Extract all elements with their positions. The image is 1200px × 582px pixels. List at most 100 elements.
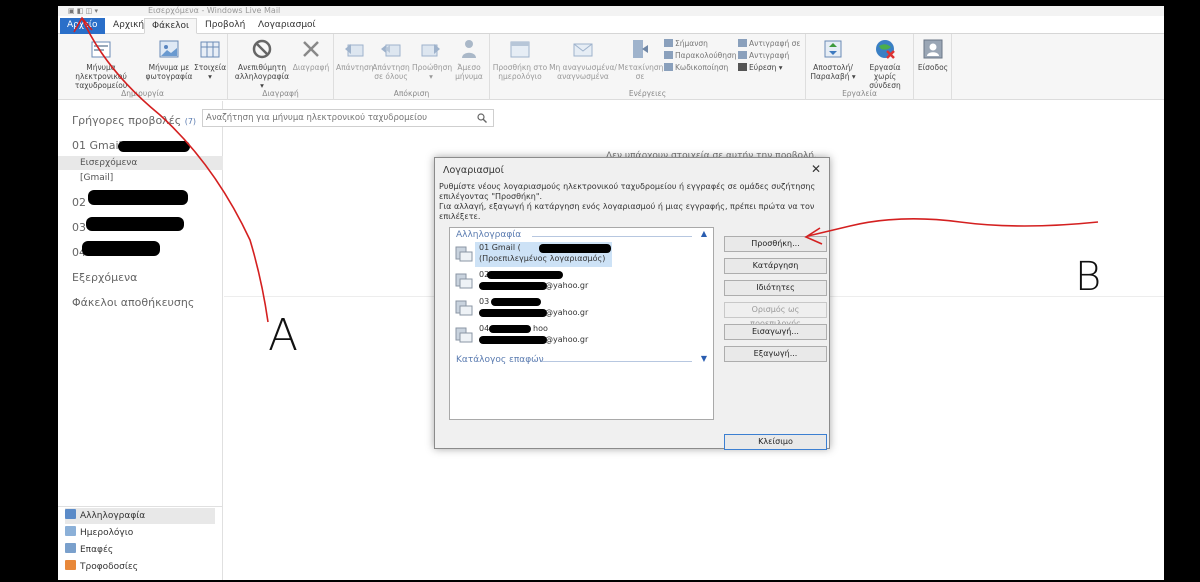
globe-offline-icon [876, 40, 895, 59]
redaction-mark [539, 244, 611, 253]
ribbon-tabs: Αρχείο Αρχική Φάκελοι Προβολή Λογαριασμο… [58, 16, 1164, 34]
reply-all-button[interactable]: Απάντηση σε όλους [372, 37, 410, 81]
items-button[interactable]: Στοιχεία ▾ [194, 37, 226, 81]
new-email-label: Μήνυμα ηλεκτρονικού [75, 63, 127, 81]
account-3[interactable]: 03 [72, 221, 86, 234]
calendar-icon [65, 526, 76, 536]
account-2-label: 02 [72, 196, 86, 209]
category-divider [532, 236, 692, 237]
ribbon: Μήνυμα ηλεκτρονικού ταχυδρομείου Μήνυμα … [58, 34, 1164, 100]
import-button[interactable]: Εισαγωγή... [724, 324, 827, 340]
category-contacts[interactable]: Κατάλογος επαφών [456, 355, 544, 365]
mail-account-icon [455, 300, 473, 316]
add-calendar-button[interactable]: Προσθήκη στο ημερολόγιο [492, 37, 548, 81]
quick-access-icon[interactable]: ▣ ◧ ◫ ▾ [68, 7, 128, 15]
search-icon[interactable] [477, 113, 487, 123]
send-receive-icon [824, 40, 842, 58]
tab-view[interactable]: Προβολή [198, 18, 252, 34]
reply-all-label: Απάντηση [372, 63, 410, 72]
move-to-button[interactable]: Μετακίνηση σε [618, 37, 663, 81]
nav-feeds[interactable]: Τροφοδοσίες [65, 559, 138, 575]
reply-button[interactable]: Απάντηση [336, 37, 374, 72]
chevron-up-icon[interactable]: ▲ [701, 229, 707, 238]
app-window: ▣ ◧ ◫ ▾ Εισερχόμενα - Windows Live Mail … [58, 6, 1164, 580]
unread-read-button[interactable]: Μη αναγνωσμένα/ αναγνωσμένα [548, 37, 618, 81]
reply-all-icon [381, 44, 401, 57]
new-email-button[interactable]: Μήνυμα ηλεκτρονικού ταχυδρομείου [60, 37, 142, 90]
signin-button[interactable]: Είσοδος [916, 37, 950, 72]
folder-gmail[interactable]: [Gmail] [80, 173, 113, 183]
copy-to-button[interactable]: Αντιγραφή σε [738, 38, 800, 49]
delete-label: Διαγραφή [292, 63, 330, 72]
folder-inbox[interactable]: Εισερχόμενα [80, 158, 137, 168]
set-default-button[interactable]: Ορισμός ως προεπιλογής [724, 302, 827, 328]
redaction-mark [118, 141, 190, 152]
account-name: 01 Gmail ( [479, 243, 521, 252]
encoding-icon [664, 63, 673, 71]
search-input[interactable] [203, 110, 463, 126]
tab-accounts[interactable]: Λογαριασμοί [251, 18, 323, 34]
folder-outbox[interactable]: Εξερχόμενα [72, 271, 137, 284]
remove-button[interactable]: Κατάργηση [724, 258, 827, 274]
encoding-button[interactable]: Κωδικοποίηση [664, 62, 728, 73]
account-item[interactable]: 02 @yahoo.gr [453, 269, 711, 295]
block-icon [252, 39, 272, 59]
export-button[interactable]: Εξαγωγή... [724, 346, 827, 362]
group-delete: Ανεπιθύμητη αλληλογραφία ▾ Διαγραφή Διαγ… [228, 34, 334, 100]
account-item[interactable]: 04 hoo @yahoo.gr [453, 323, 711, 349]
folder-gmail-label: [Gmail] [80, 173, 114, 183]
rss-icon [65, 560, 76, 570]
find-button[interactable]: Εύρεση ▾ [738, 62, 783, 73]
quick-views-label: Γρήγορες προβολές [72, 114, 182, 127]
glasses-icon [664, 51, 673, 59]
move-folder-icon [633, 40, 648, 58]
close-button[interactable]: Κλείσιμο [724, 434, 827, 450]
send-receive-label: Αποστολή/ [813, 63, 853, 72]
account-list[interactable]: Αλληλογραφία ▲ 01 Gmail ( (Προεπιλεγμένο… [449, 227, 714, 420]
nav-calendar-label: Ημερολόγιο [80, 528, 134, 538]
photo-email-button[interactable]: Μήνυμα με φωτογραφία [144, 37, 194, 81]
account-item[interactable]: 03 @yahoo.gr [453, 296, 711, 322]
flag-button[interactable]: Σήμανση [664, 38, 708, 49]
delete-button[interactable]: Διαγραφή [292, 37, 330, 72]
tab-folders[interactable]: Φάκελοι [144, 18, 198, 34]
nav-contacts[interactable]: Επαφές [65, 542, 113, 558]
folder-storage[interactable]: Φάκελοι αποθήκευσης [72, 296, 194, 309]
photo-email-icon [159, 40, 179, 58]
nav-divider [58, 506, 223, 507]
flag-label: Σήμανση [675, 39, 708, 48]
watch-button[interactable]: Παρακολούθηση [664, 50, 737, 61]
junk-button[interactable]: Ανεπιθύμητη αλληλογραφία ▾ [232, 37, 292, 90]
account-item[interactable]: 01 Gmail ( (Προεπιλεγμένος λογαριασμός) [453, 242, 711, 268]
send-receive-button[interactable]: Αποστολή/ Παραλαβή ▾ [808, 37, 858, 81]
group-tools-label: Εργαλεία [842, 89, 877, 98]
group-actions: Προσθήκη στο ημερολόγιο Μη αναγνωσμένα/ … [490, 34, 806, 100]
category-mail[interactable]: Αλληλογραφία [456, 230, 521, 240]
account-2[interactable]: 02 [72, 196, 86, 209]
nav-calendar[interactable]: Ημερολόγιο [65, 525, 133, 541]
work-offline-button[interactable]: Εργασία χωρίς σύνδεση [858, 37, 912, 90]
send-receive-label-2: Παραλαβή ▾ [810, 72, 856, 81]
forward-button[interactable]: Προώθηση ▾ [412, 37, 452, 81]
account-3-label: 03 [72, 221, 86, 234]
close-icon[interactable]: ✕ [811, 162, 821, 176]
tab-file[interactable]: Αρχείο [60, 18, 105, 34]
quick-views[interactable]: Γρήγορες προβολές (7) [72, 114, 196, 127]
account-1[interactable]: 01 Gmail [72, 139, 122, 152]
work-offline-label: Εργασία χωρίς [869, 63, 901, 81]
watch-label: Παρακολούθηση [675, 51, 737, 60]
redaction-mark [82, 241, 160, 256]
group-signin: Είσοδος [914, 34, 952, 100]
copy-button[interactable]: Αντιγραφή [738, 50, 789, 61]
properties-button[interactable]: Ιδιότητες [724, 280, 827, 296]
group-create: Μήνυμα ηλεκτρονικού ταχυδρομείου Μήνυμα … [58, 34, 228, 100]
junk-label: Ανεπιθύμητη [237, 63, 287, 72]
quick-views-count: (7) [184, 117, 197, 126]
add-button[interactable]: Προσθήκη... [724, 236, 827, 252]
dialog-title: Λογαριασμοί [443, 165, 504, 176]
chevron-down-icon[interactable]: ▼ [701, 354, 707, 363]
instant-message-button[interactable]: Άμεσο μήνυμα [452, 37, 486, 81]
copy-to-icon [738, 39, 747, 47]
nav-mail[interactable]: Αλληλογραφία [65, 508, 215, 524]
unread-label: Μη αναγνωσμένα/ [549, 63, 617, 72]
